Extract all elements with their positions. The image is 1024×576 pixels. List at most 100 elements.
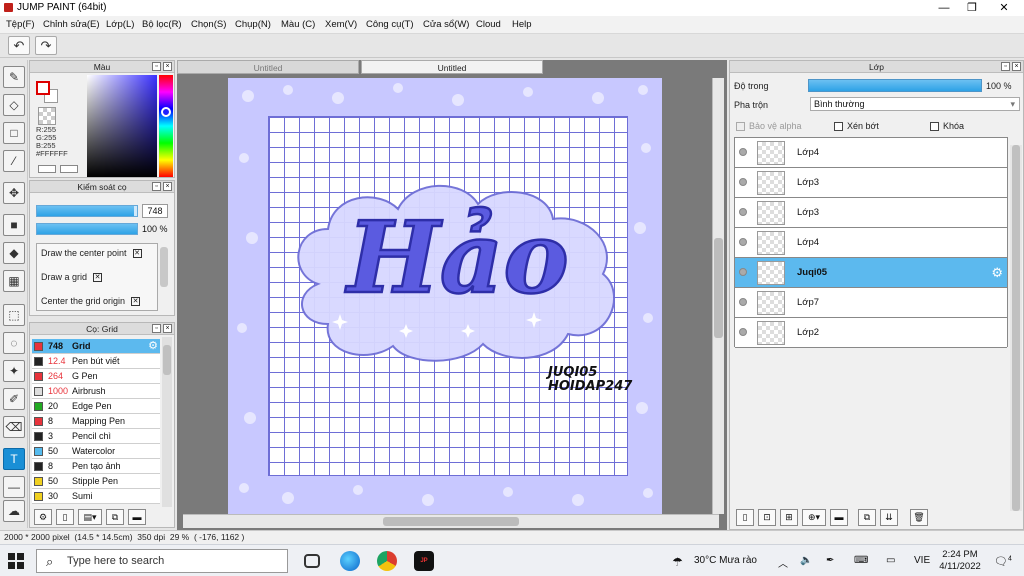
weather-text[interactable]: 30°C Mưa rào [694,555,757,566]
move-tool-icon[interactable]: ✥ [3,182,25,204]
brush-folder-icon[interactable]: ▬ [128,509,146,525]
saturation-value-picker[interactable] [87,75,157,177]
lock-checkbox[interactable]: Khóa [930,121,964,132]
menu-cloud[interactable]: Cloud [476,19,501,30]
canvas-area[interactable]: Untitled Untitled Hảo JUQI05 HOIDAP247 [177,60,727,530]
brush-list-scrollbar[interactable] [162,337,172,507]
duplicate-layer-icon[interactable]: ⧉ [858,509,876,526]
artwork-canvas[interactable]: Hảo JUQI05 HOIDAP247 [228,78,662,514]
panel-float-icon[interactable]: ▫ [152,324,161,333]
layer-row[interactable]: Juqi05 ⚙ [735,258,1007,288]
scrollbar-thumb[interactable] [1012,145,1020,511]
menu-color[interactable]: Màu (C) [281,19,315,30]
layer-menu-icon[interactable]: ⊕▾ [802,509,826,526]
tab-untitled-2[interactable]: Untitled [361,60,543,74]
select-eraser-tool-icon[interactable]: ⌫ [3,416,25,438]
text-tool-icon[interactable]: T [3,448,25,470]
eraser-tool-icon[interactable]: ◇ [3,94,25,116]
layer-row[interactable]: Lớp4 [735,228,1007,258]
brush-settings-icon[interactable]: ⚙ [34,509,52,525]
brush-list-item[interactable]: 3 Pencil chì [32,429,160,444]
notification-icon[interactable]: 🗨4 [994,555,1012,568]
tab-untitled-1[interactable]: Untitled [177,60,359,74]
hue-slider[interactable] [159,75,173,177]
layer-row[interactable]: Lớp4 [735,138,1007,168]
brush-list-item[interactable]: 264 G Pen [32,369,160,384]
hue-slider-handle[interactable] [161,107,171,117]
layer-row[interactable]: Lớp7 [735,288,1007,318]
redo-icon[interactable]: ↷ [35,36,57,55]
new-layer-copy-icon[interactable]: ⊡ [758,509,776,526]
language-indicator[interactable]: VIE [914,555,930,566]
jump-paint-taskbar-icon[interactable]: JP [414,551,434,571]
canvas-horizontal-scrollbar[interactable] [183,514,719,528]
option-center-grid-origin[interactable]: Center the grid origin ✕ [41,296,141,307]
menu-view[interactable]: Xem(V) [325,19,357,30]
show-hidden-icons-icon[interactable]: ︿ [778,555,788,570]
menu-capture[interactable]: Chụp(N) [235,19,271,30]
gear-icon[interactable]: ⚙ [148,339,158,353]
color-mode-button[interactable] [38,165,56,173]
layer-row[interactable]: Lớp3 [735,168,1007,198]
delete-layer-icon[interactable]: 🗑 [910,509,928,526]
checkbox-icon[interactable]: ✕ [132,249,142,259]
brush-list-item[interactable]: 50 Watercolor [32,444,160,459]
brush-list-item[interactable]: 30 Sumi [32,489,160,504]
layer-visibility-icon[interactable] [739,208,747,216]
layer-visibility-icon[interactable] [739,238,747,246]
foreground-color-swatch[interactable] [36,81,50,95]
task-view-icon[interactable] [304,554,320,568]
layer-opacity-slider[interactable] [808,79,982,92]
brush-list-item[interactable]: 50 Stipple Pen [32,474,160,489]
brush-list-item[interactable]: 20 Edge Pen [32,399,160,414]
windows-start-icon[interactable] [8,553,24,569]
brush-menu-icon[interactable]: ▤▾ [78,509,102,525]
maximize-button[interactable]: ❐ [956,0,988,16]
menu-edit[interactable]: Chỉnh sửa(E) [43,19,100,30]
taskbar-search-input[interactable]: ⌕ Type here to search [36,549,288,573]
layer-row[interactable]: Lớp2 [735,318,1007,348]
layer-folder-icon[interactable]: ▬ [830,509,848,526]
fill-rect-tool-icon[interactable]: ■ [3,214,25,236]
checkbox-icon[interactable]: ✕ [131,297,141,307]
canvas-vertical-scrollbar[interactable] [712,78,724,514]
checkbox-icon[interactable]: ✕ [93,273,103,283]
scrollbar-thumb[interactable] [383,517,519,526]
eyedropper-tool-icon[interactable]: ⁄ [3,150,25,172]
layer-visibility-icon[interactable] [739,268,747,276]
hand-tool-icon[interactable]: ☁ [3,500,25,522]
new-brush-icon[interactable]: ▯ [56,509,74,525]
menu-window[interactable]: Cửa sổ(W) [423,19,469,30]
panel-close-icon[interactable]: × [163,324,172,333]
brush-size-value[interactable]: 748 [142,204,168,218]
brush-size-slider[interactable] [36,205,138,217]
keyboard-icon[interactable]: ⌨ [854,555,868,566]
layer-visibility-icon[interactable] [739,148,747,156]
blend-mode-select[interactable]: Bình thường ▾ [810,97,1020,111]
brush-list-item[interactable]: 12.4 Pen bút viết [32,354,160,369]
panel-close-icon[interactable]: × [163,182,172,191]
select-rect-tool-icon[interactable]: ⬚ [3,304,25,326]
panel-close-icon[interactable]: × [163,62,172,71]
divider-tool-icon[interactable]: — [3,476,25,498]
option-draw-center-point[interactable]: Draw the center point ✕ [41,248,142,259]
options-scrollbar[interactable] [160,247,168,287]
select-pen-tool-icon[interactable]: ✐ [3,388,25,410]
chrome-browser-icon[interactable] [377,551,397,571]
brush-list-item[interactable]: 1000 Airbrush [32,384,160,399]
menu-help[interactable]: Help [512,19,532,30]
panel-float-icon[interactable]: ▫ [152,182,161,191]
layer-visibility-icon[interactable] [739,298,747,306]
scrollbar-thumb[interactable] [714,238,723,338]
system-clock[interactable]: 2:24 PM 4/11/2022 [936,549,984,573]
brush-list-item[interactable]: 748 Grid ⚙ [32,339,160,354]
panel-float-icon[interactable]: ▫ [1001,62,1010,71]
transparent-color-swatch[interactable] [38,107,56,125]
magic-wand-tool-icon[interactable]: ✦ [3,360,25,382]
bucket-tool-icon[interactable]: ◆ [3,242,25,264]
menu-layer[interactable]: Lớp(L) [106,19,134,30]
protect-alpha-checkbox[interactable]: Bảo vệ alpha [736,121,802,132]
gradient-tool-icon[interactable]: ▦ [3,270,25,292]
panel-close-icon[interactable]: × [1012,62,1021,71]
copy-brush-icon[interactable]: ⧉ [106,509,124,525]
